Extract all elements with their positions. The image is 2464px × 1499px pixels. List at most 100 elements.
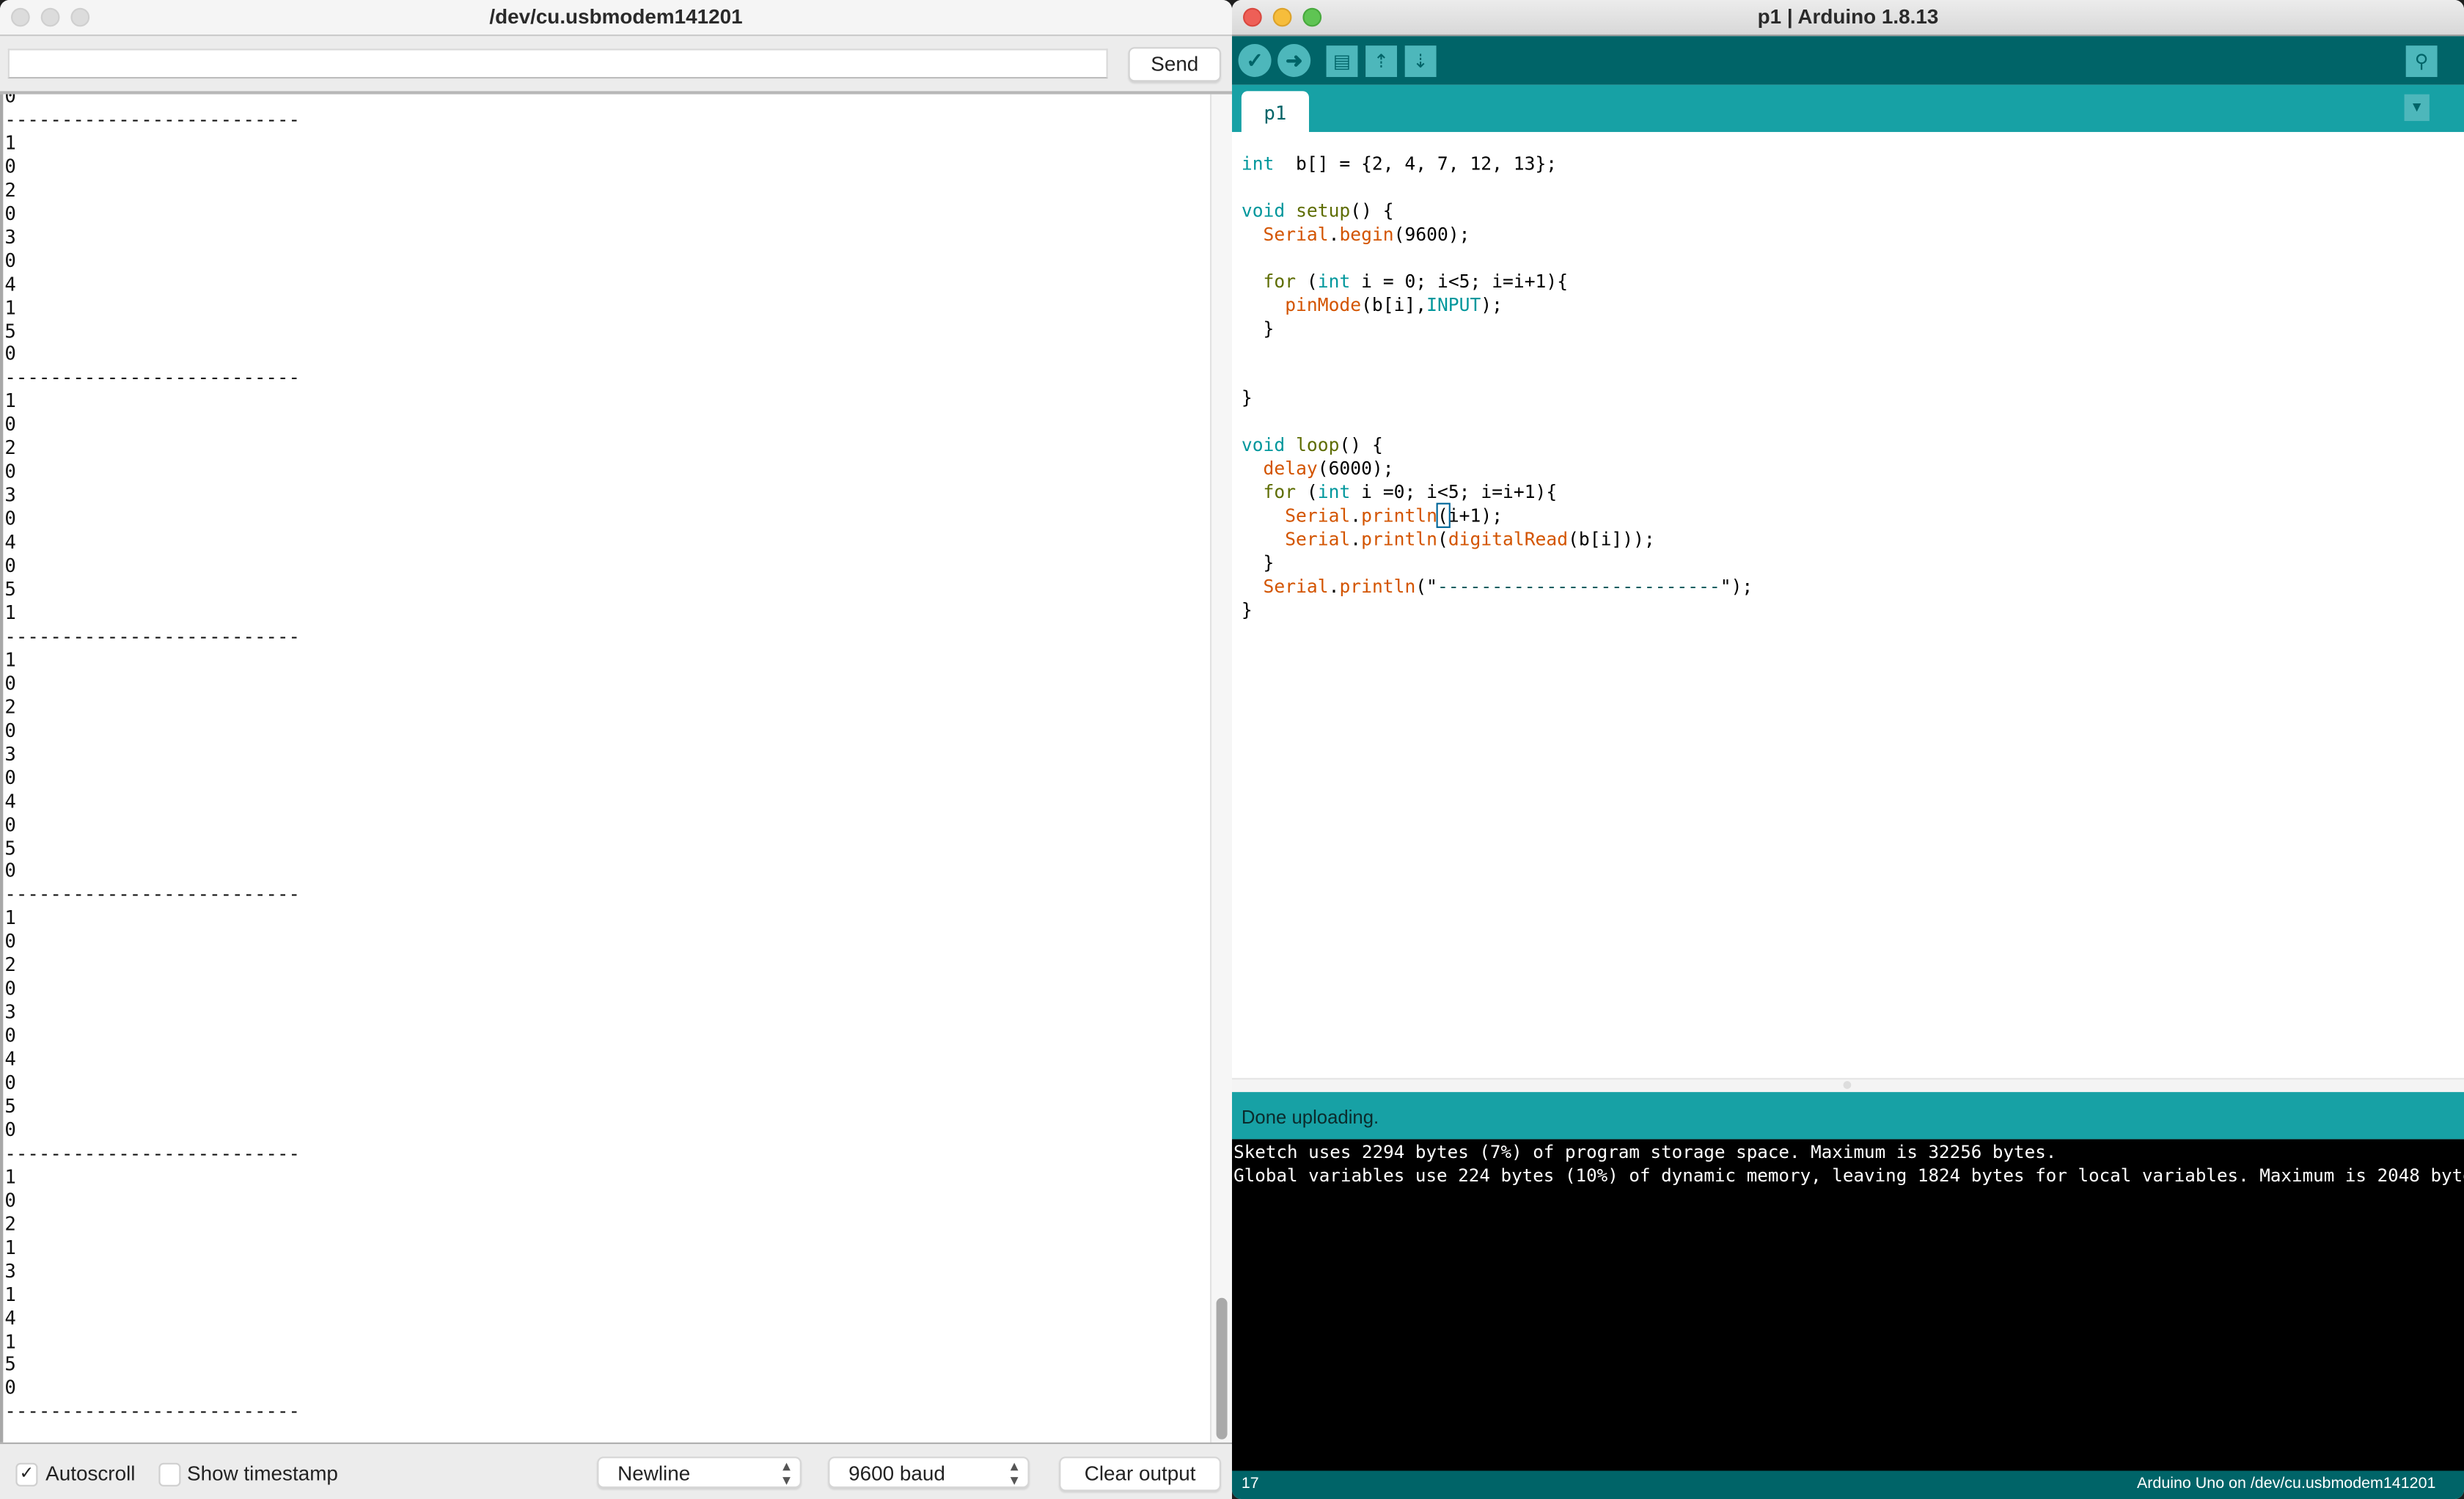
pane-divider[interactable] <box>1232 1077 2464 1094</box>
serial-output-lines: 0 -------------------------- 1 0 2 0 3 0 4 1 5 0 ---… <box>4 95 300 1424</box>
upload-button[interactable]: ➜ <box>1277 43 1311 77</box>
check-icon: ✓ <box>1246 48 1264 73</box>
console-lines: Sketch uses 2294 bytes (7%) of program s… <box>1233 1141 2464 1188</box>
window-title: /dev/cu.usbmodem141201 <box>489 4 743 29</box>
code-line: int b[] = {2, 4, 7, 12, 13}; <box>1242 153 1753 176</box>
code-token: setup <box>1296 199 1351 221</box>
serial-value-line: 1 <box>4 601 16 624</box>
divider-grip-icon[interactable] <box>1843 1081 1852 1089</box>
code-token: } <box>1241 598 1253 620</box>
code-line: Serial.begin(9600); <box>1242 223 1753 246</box>
code-token: . <box>1328 574 1340 597</box>
serial-value-line: 1 <box>4 1236 16 1258</box>
baud-rate-select[interactable]: 9600 baud ▴ ▾ <box>828 1456 1030 1490</box>
window-title: p1 | Arduino 1.8.13 <box>1757 4 1939 29</box>
code-token: loop <box>1296 433 1340 456</box>
send-button[interactable]: Send <box>1128 47 1221 82</box>
triangle-down-icon: ▼ <box>2410 98 2424 115</box>
serial-separator-line: -------------------------- <box>4 884 300 906</box>
serial-value-line: 0 <box>4 931 16 953</box>
code-token: "); <box>1720 574 1753 597</box>
show-timestamp-checkbox[interactable] <box>158 1462 181 1487</box>
new-file-icon: ▤ <box>1332 50 1352 73</box>
serial-value-line: 0 <box>4 202 16 224</box>
scrollbar-thumb[interactable] <box>1216 1297 1228 1440</box>
console-output[interactable]: Sketch uses 2294 bytes (7%) of program s… <box>1232 1139 2464 1471</box>
verify-button[interactable]: ✓ <box>1238 43 1272 77</box>
code-token: -------------------------- <box>1437 574 1720 597</box>
save-sketch-button[interactable]: ⇣ <box>1404 45 1437 77</box>
send-row: Send <box>0 36 1232 95</box>
serial-value-line: 0 <box>4 554 16 577</box>
code-token: delay <box>1263 457 1318 480</box>
serial-scrollbar[interactable] <box>1210 94 1232 1443</box>
magnifier-icon: ⚲ <box>2414 50 2429 73</box>
code-line: delay(6000); <box>1242 458 1753 481</box>
serial-value-line: 0 <box>4 461 16 483</box>
serial-value-line: 3 <box>4 742 16 765</box>
serial-value-line: 0 <box>4 414 16 436</box>
code-token: int <box>1317 269 1351 292</box>
clear-output-button[interactable]: Clear output <box>1059 1456 1221 1492</box>
serial-value-line: 0 <box>4 507 16 530</box>
serial-value-line: 4 <box>4 531 16 554</box>
code-lines: int b[] = {2, 4, 7, 12, 13}; void setup ()… <box>1242 153 1753 622</box>
new-sketch-button[interactable]: ▤ <box>1326 45 1358 77</box>
code-line: void loop() { <box>1242 434 1753 458</box>
desktop: /dev/cu.usbmodem141201 Send 0 -----------… <box>0 0 2464 1499</box>
serial-value-line: 1 <box>4 296 16 319</box>
autoscroll-checkbox[interactable]: ✓ <box>15 1462 38 1487</box>
serial-value-line: 2 <box>4 695 16 718</box>
code-token: Serial <box>1285 527 1351 550</box>
code-line: Serial.println(i+1); <box>1242 502 1753 529</box>
serial-value-line: 1 <box>4 1283 16 1305</box>
status-bar: Done uploading. <box>1232 1092 2464 1140</box>
code-editor[interactable]: int b[] = {2, 4, 7, 12, 13}; void setup ()… <box>1232 131 2464 1078</box>
serial-monitor-button[interactable]: ⚲ <box>2405 45 2438 77</box>
serial-value-line: 3 <box>4 484 16 507</box>
code-line: } <box>1242 551 1753 575</box>
open-sketch-button[interactable]: ⇡ <box>1365 45 1397 77</box>
code-token: for <box>1263 269 1297 292</box>
code-line: } <box>1242 387 1753 411</box>
line-ending-select[interactable]: Newline ▴ ▾ <box>597 1456 802 1489</box>
code-line: Serial.println("------------------------… <box>1242 575 1753 598</box>
select-arrows-icon: ▴ ▾ <box>1010 1458 1019 1490</box>
code-line: } <box>1242 317 1753 340</box>
arrow-right-icon: ➜ <box>1285 48 1303 73</box>
serial-value-line: 0 <box>4 978 16 1000</box>
code-token: pinMode <box>1285 293 1362 315</box>
code-token: int <box>1317 480 1351 503</box>
code-token: ( <box>1437 527 1448 550</box>
serial-value-line: 0 <box>4 94 16 107</box>
code-token: ); <box>1481 293 1503 315</box>
serial-separator-line: -------------------------- <box>4 1142 300 1165</box>
serial-send-input[interactable] <box>7 48 1108 79</box>
serial-value-line: 2 <box>4 178 16 201</box>
code-token: void <box>1241 199 1286 221</box>
ide-footer: 17 Arduino Uno on /dev/cu.usbmodem141201 <box>1232 1470 2464 1499</box>
serial-value-line: 5 <box>4 1353 16 1376</box>
code-token: } <box>1241 386 1253 409</box>
arduino-ide-window: p1 | Arduino 1.8.13 ✓ ➜ ▤ ⇡ ⇣ ⚲ p1 ▼ int… <box>1232 0 2464 1499</box>
serial-value-line: 1 <box>4 390 16 413</box>
code-token: begin <box>1339 222 1394 245</box>
serial-output[interactable]: 0 -------------------------- 1 0 2 0 3 0 4 1 5 0 ---… <box>0 94 1210 1443</box>
tab-menu-button[interactable]: ▼ <box>2404 94 2430 121</box>
autoscroll-label: Autoscroll <box>45 1461 136 1485</box>
serial-value-line: 4 <box>4 1048 16 1071</box>
code-token: (6000); <box>1317 457 1394 480</box>
line-ending-value: Newline <box>617 1461 691 1485</box>
serial-value-line: 0 <box>4 155 16 177</box>
save-arrow-down-icon: ⇣ <box>1412 50 1429 73</box>
status-message: Done uploading. <box>1241 1106 1379 1129</box>
tab-p1[interactable]: p1 <box>1241 91 1309 132</box>
serial-value-line: 1 <box>4 1330 16 1352</box>
